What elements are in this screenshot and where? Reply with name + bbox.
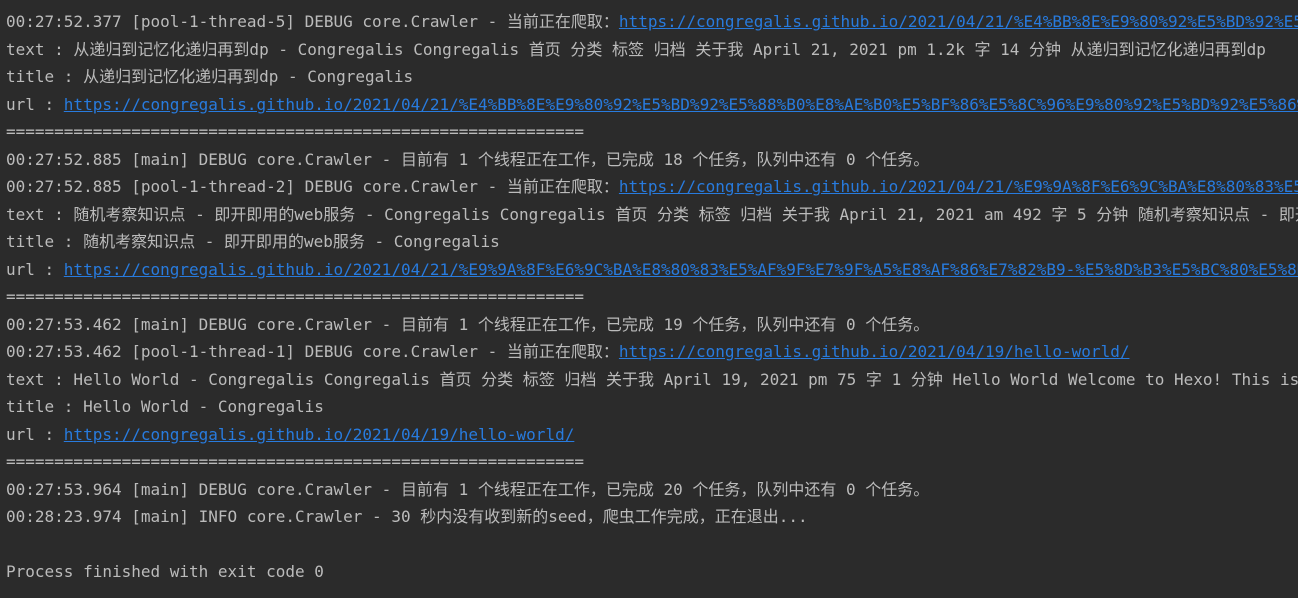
console-line: text : Hello World - Congregalis Congreg…	[6, 366, 1298, 394]
console-line: text : 从递归到记忆化递归再到dp - Congregalis Congr…	[6, 36, 1298, 64]
console-line-text: url :	[6, 94, 64, 114]
console-line: 00:27:53.462 [main] DEBUG core.Crawler -…	[6, 311, 1298, 339]
console-line: 00:27:52.377 [pool-1-thread-5] DEBUG cor…	[6, 8, 1298, 36]
console-line: ========================================…	[6, 283, 1298, 311]
console-line-text: 00:27:52.885 [main] DEBUG core.Crawler -…	[6, 149, 930, 169]
console-line: 00:28:23.974 [main] INFO core.Crawler - …	[6, 503, 1298, 531]
console-line-text: ========================================…	[6, 452, 584, 471]
console-line-text: 00:27:53.964 [main] DEBUG core.Crawler -…	[6, 479, 930, 499]
console-line: 00:27:53.462 [pool-1-thread-1] DEBUG cor…	[6, 338, 1298, 366]
console-line-text: text : Hello World - Congregalis Congreg…	[6, 369, 1298, 389]
url-link[interactable]: https://congregalis.github.io/2021/04/21…	[619, 12, 1298, 31]
console-line-text: Process finished with exit code 0	[6, 562, 324, 581]
url-link[interactable]: https://congregalis.github.io/2021/04/21…	[64, 95, 1298, 114]
console-line-text: 00:27:52.377 [pool-1-thread-5] DEBUG cor…	[6, 12, 619, 31]
console-line: title : 随机考察知识点 - 即开即用的web服务 - Congregal…	[6, 228, 1298, 256]
console-line: url : https://congregalis.github.io/2021…	[6, 91, 1298, 119]
console-line-text: 00:28:23.974 [main] INFO core.Crawler - …	[6, 507, 808, 526]
url-link[interactable]: https://congregalis.github.io/2021/04/19…	[64, 425, 575, 444]
console-line: ========================================…	[6, 448, 1298, 476]
console-line: title : Hello World - Congregalis	[6, 393, 1298, 421]
console-line-text: url :	[6, 424, 64, 444]
console-line: 00:27:53.964 [main] DEBUG core.Crawler -…	[6, 476, 1298, 504]
console-line-text: ========================================…	[6, 122, 584, 141]
url-link[interactable]: https://congregalis.github.io/2021/04/21…	[64, 260, 1298, 279]
console-line-text: title : 随机考察知识点 - 即开即用的web服务 - Congregal…	[6, 232, 500, 251]
console-line-text: 00:27:53.462 [main] DEBUG core.Crawler -…	[6, 314, 930, 334]
console-line: ========================================…	[6, 118, 1298, 146]
console-line: 00:27:52.885 [main] DEBUG core.Crawler -…	[6, 146, 1298, 174]
console-line-text: title : 从递归到记忆化递归再到dp - Congregalis	[6, 67, 414, 86]
url-link[interactable]: https://congregalis.github.io/2021/04/19…	[619, 342, 1130, 361]
url-link[interactable]: https://congregalis.github.io/2021/04/21…	[619, 177, 1298, 196]
console-line-text: 00:27:53.462 [pool-1-thread-1] DEBUG cor…	[6, 342, 619, 361]
console-line-text: ========================================…	[6, 287, 584, 306]
console-output[interactable]: 00:27:52.377 [pool-1-thread-5] DEBUG cor…	[6, 8, 1298, 598]
console-line: title : 从递归到记忆化递归再到dp - Congregalis	[6, 63, 1298, 91]
console-line-text: text : 随机考察知识点 - 即开即用的web服务 - Congregali…	[6, 204, 1298, 224]
console-line: url : https://congregalis.github.io/2021…	[6, 256, 1298, 284]
console-line-text: title : Hello World - Congregalis	[6, 397, 324, 416]
console-line-text: text : 从递归到记忆化递归再到dp - Congregalis Congr…	[6, 39, 1266, 59]
console-line: 00:27:52.885 [pool-1-thread-2] DEBUG cor…	[6, 173, 1298, 201]
console-line: url : https://congregalis.github.io/2021…	[6, 421, 1298, 449]
console-line: text : 随机考察知识点 - 即开即用的web服务 - Congregali…	[6, 201, 1298, 229]
console-line-text: 00:27:52.885 [pool-1-thread-2] DEBUG cor…	[6, 177, 619, 196]
console-line: Process finished with exit code 0	[6, 558, 1298, 586]
console-line-text: url :	[6, 259, 64, 279]
